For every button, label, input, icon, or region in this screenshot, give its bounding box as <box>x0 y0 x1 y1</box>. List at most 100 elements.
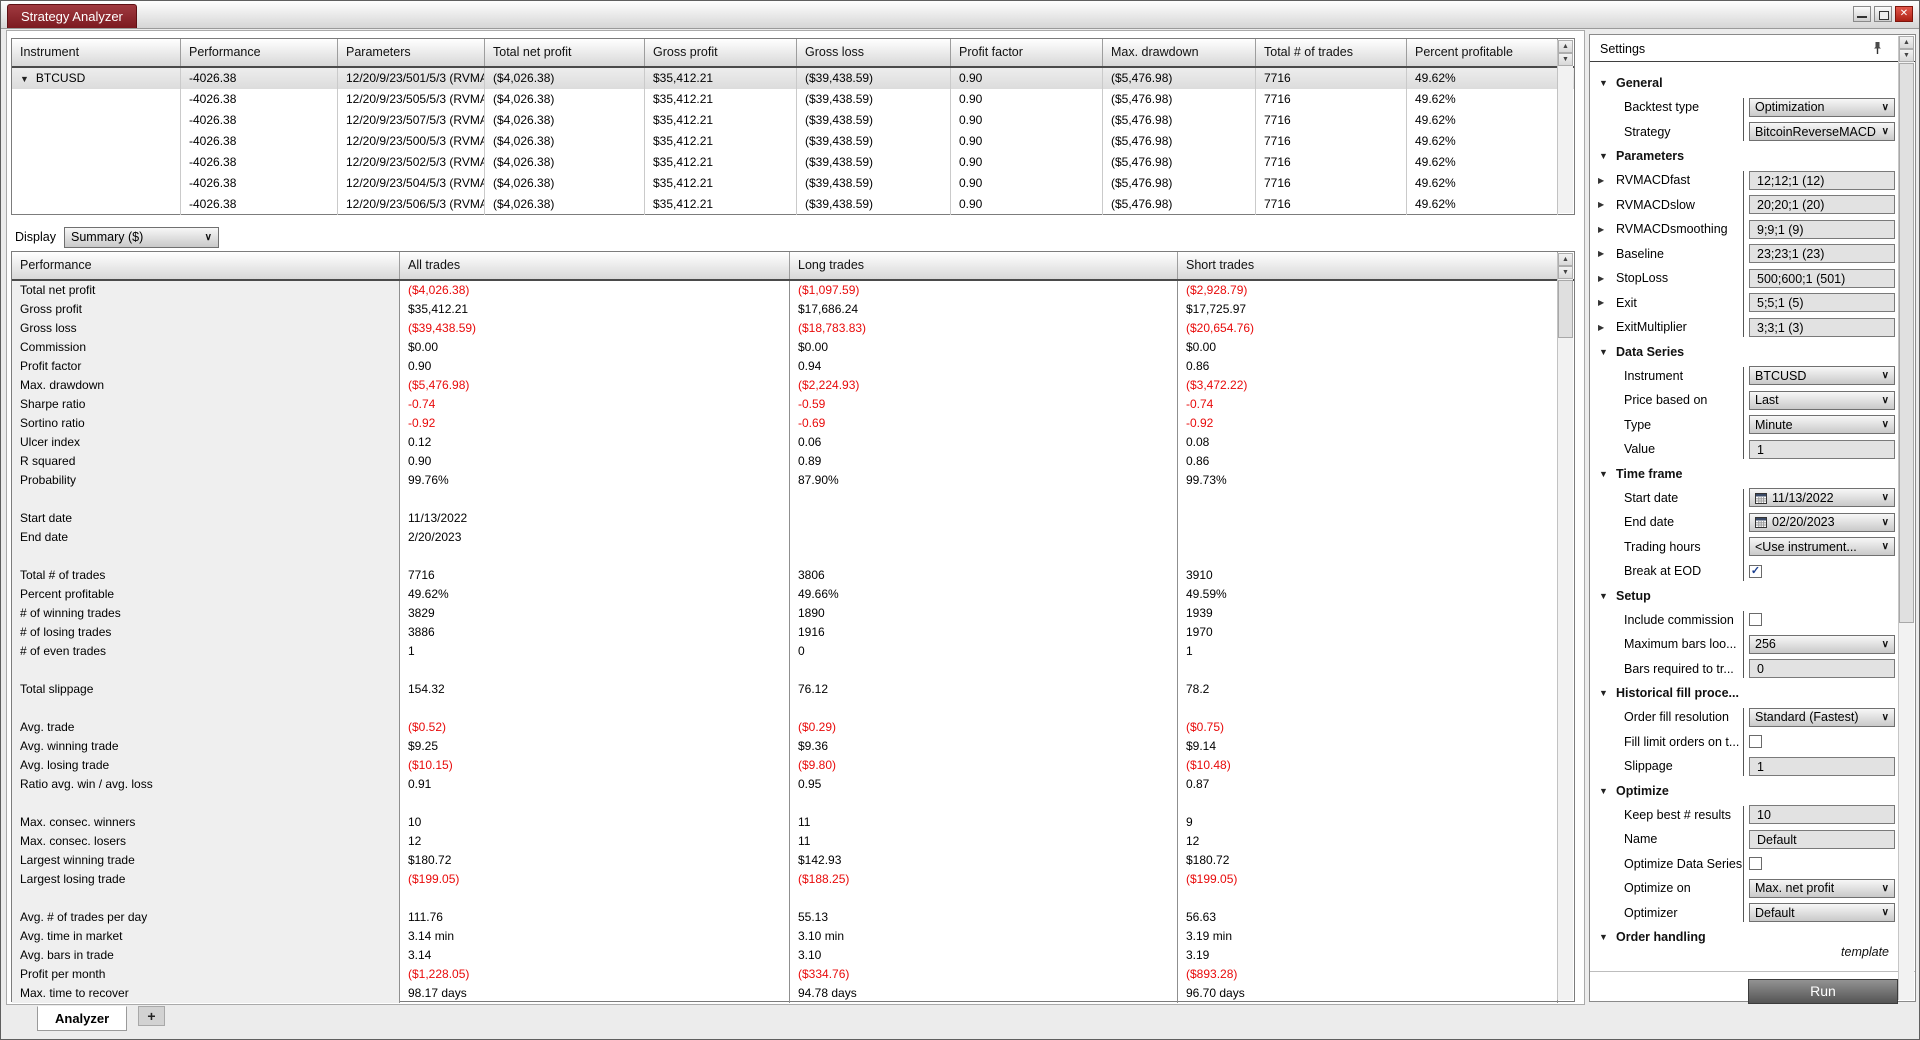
column-header[interactable]: Long trades <box>790 252 1178 279</box>
expand-icon[interactable]: ▶ <box>1598 200 1616 209</box>
row-label: # of even trades <box>12 642 400 661</box>
optimize-data-series-checkbox[interactable] <box>1749 857 1762 871</box>
scroll-up-icon[interactable]: ▲ <box>1558 40 1573 53</box>
collapse-icon[interactable]: ▼ <box>1599 591 1616 601</box>
results-row[interactable]: -4026.38 12/20/9/23/500/5/3 (RVMA ($4,026.… <box>12 131 1574 152</box>
cell: 49.62% <box>400 585 790 604</box>
results-row[interactable]: -4026.38 12/20/9/23/502/5/3 (RVMA ($4,026.… <box>12 152 1574 173</box>
section-header-time-frame[interactable]: ▼ Time frame <box>1590 462 1899 486</box>
restore-button[interactable] <box>1874 6 1892 22</box>
settings-scrollbar[interactable]: ▲ ▼ <box>1898 36 1914 1000</box>
results-row[interactable]: -4026.38 12/20/9/23/505/5/3 (RVMA ($4,026.… <box>12 89 1574 110</box>
section-header-data-series[interactable]: ▼ Data Series <box>1590 340 1899 364</box>
column-header[interactable]: Total net profit <box>485 39 645 66</box>
cell: 0.90 <box>951 68 1103 89</box>
scroll-down-icon[interactable]: ▼ <box>1899 49 1914 62</box>
results-row[interactable]: -4026.38 12/20/9/23/506/5/3 (RVMA ($4,026.… <box>12 194 1574 215</box>
price-based-on-select[interactable]: Last ∨ <box>1749 390 1895 410</box>
name-input[interactable]: Default <box>1749 829 1895 849</box>
section-header-optimize[interactable]: ▼ Optimize <box>1590 779 1899 803</box>
optimize-on-select[interactable]: Max. net profit ∨ <box>1749 878 1895 898</box>
section-header-parameters[interactable]: ▼ Parameters <box>1590 144 1899 168</box>
collapse-icon[interactable]: ▼ <box>1599 78 1616 88</box>
scroll-down-icon[interactable]: ▼ <box>1558 53 1573 66</box>
pin-icon[interactable] <box>1872 41 1883 58</box>
collapse-icon[interactable]: ▼ <box>1599 786 1616 796</box>
display-select[interactable]: Summary ($) ∨ <box>64 226 219 248</box>
collapse-icon[interactable]: ▼ <box>20 74 29 84</box>
column-header[interactable]: Parameters <box>338 39 485 66</box>
slippage-input[interactable]: 1 <box>1749 756 1895 776</box>
performance-scrollbar[interactable]: ▲ ▼ <box>1557 253 1573 1000</box>
collapse-icon[interactable]: ▼ <box>1599 151 1616 161</box>
backtest-type-select[interactable]: Optimization ∨ <box>1749 97 1895 117</box>
collapse-icon[interactable]: ▼ <box>1599 932 1616 942</box>
template-link[interactable]: template <box>1841 945 1889 959</box>
collapse-icon[interactable]: ▼ <box>1599 688 1616 698</box>
value-input[interactable]: 1 <box>1749 439 1895 459</box>
exitmultiplier-input[interactable]: 3;3;1 (3) <box>1749 317 1895 337</box>
expand-icon[interactable]: ▶ <box>1598 225 1616 234</box>
select-value: Default <box>1755 905 1795 920</box>
section-header-setup[interactable]: ▼ Setup <box>1590 584 1899 608</box>
column-header[interactable]: Max. drawdown <box>1103 39 1256 66</box>
results-scrollbar[interactable]: ▲ ▼ <box>1557 40 1573 213</box>
order-fill-resolution-select[interactable]: Standard (Fastest) ∨ <box>1749 707 1895 727</box>
window-tab-strategy-analyzer[interactable]: Strategy Analyzer <box>7 4 137 28</box>
expand-icon[interactable]: ▶ <box>1598 249 1616 258</box>
start-date-select[interactable]: 11/13/2022 ∨ <box>1749 488 1895 508</box>
strategy-select[interactable]: BitcoinReverseMACD ∨ <box>1749 122 1895 142</box>
column-header[interactable]: Gross loss <box>797 39 951 66</box>
column-header[interactable]: Total # of trades <box>1256 39 1407 66</box>
column-header[interactable]: Percent profitable <box>1407 39 1558 66</box>
column-header[interactable]: Performance <box>181 39 338 66</box>
scroll-thumb[interactable] <box>1899 63 1914 623</box>
scroll-down-icon[interactable]: ▼ <box>1558 266 1573 279</box>
expand-icon[interactable]: ▶ <box>1598 274 1616 283</box>
column-header[interactable]: Short trades <box>1178 252 1558 279</box>
close-button[interactable]: ✕ <box>1895 6 1913 22</box>
column-header[interactable]: Profit factor <box>951 39 1103 66</box>
exit-input[interactable]: 5;5;1 (5) <box>1749 293 1895 313</box>
rvmacdfast-input[interactable]: 12;12;1 (12) <box>1749 170 1895 190</box>
maximum-bars-loo-select[interactable]: 256 ∨ <box>1749 634 1895 654</box>
column-header[interactable]: Performance <box>12 252 400 279</box>
minimize-button[interactable] <box>1853 6 1871 22</box>
trading-hours-select[interactable]: <Use instrument... ∨ <box>1749 537 1895 557</box>
expand-icon[interactable]: ▶ <box>1598 176 1616 185</box>
section-header-historical-fill-proce[interactable]: ▼ Historical fill proce... <box>1590 681 1899 705</box>
results-row[interactable]: ▼ BTCUSD -4026.38 12/20/9/23/501/5/3 (RVMA(… <box>12 68 1574 89</box>
collapse-icon[interactable]: ▼ <box>1599 347 1616 357</box>
include-commission-checkbox[interactable] <box>1749 613 1762 627</box>
results-row[interactable]: -4026.38 12/20/9/23/504/5/3 (RVMA ($4,026.… <box>12 173 1574 194</box>
run-button[interactable]: Run <box>1748 979 1898 1004</box>
expand-icon[interactable]: ▶ <box>1598 323 1616 332</box>
cell: 49.66% <box>790 585 1178 604</box>
scroll-up-icon[interactable]: ▲ <box>1899 36 1914 49</box>
rvmacdslow-input[interactable]: 20;20;1 (20) <box>1749 195 1895 215</box>
column-header[interactable]: Gross profit <box>645 39 797 66</box>
collapse-icon[interactable]: ▼ <box>1599 469 1616 479</box>
bars-required-to-tr-input[interactable]: 0 <box>1749 659 1895 679</box>
add-tab-button[interactable]: + <box>138 1006 165 1026</box>
column-header[interactable]: Instrument <box>12 39 181 66</box>
optimizer-select[interactable]: Default ∨ <box>1749 903 1895 923</box>
section-header-general[interactable]: ▼ General <box>1590 71 1899 95</box>
scroll-thumb[interactable] <box>1558 280 1573 338</box>
rvmacdsmoothing-input[interactable]: 9;9;1 (9) <box>1749 219 1895 239</box>
instrument-select[interactable]: BTCUSD ∨ <box>1749 366 1895 386</box>
keep-best-results-input[interactable]: 10 <box>1749 805 1895 825</box>
baseline-input[interactable]: 23;23;1 (23) <box>1749 244 1895 264</box>
scroll-up-icon[interactable]: ▲ <box>1558 253 1573 266</box>
fill-limit-orders-on-t-checkbox[interactable] <box>1749 735 1762 749</box>
stoploss-input[interactable]: 500;600;1 (501) <box>1749 268 1895 288</box>
end-date-select[interactable]: 02/20/2023 ∨ <box>1749 512 1895 532</box>
expand-icon[interactable]: ▶ <box>1598 298 1616 307</box>
cell: -4026.38 <box>181 152 338 173</box>
tab-analyzer[interactable]: Analyzer <box>37 1006 128 1031</box>
type-select[interactable]: Minute ∨ <box>1749 415 1895 435</box>
results-row[interactable]: -4026.38 12/20/9/23/507/5/3 (RVMA ($4,026.… <box>12 110 1574 131</box>
cell: $9.14 <box>1178 737 1558 756</box>
break-at-eod-checkbox[interactable]: ✓ <box>1749 564 1762 578</box>
column-header[interactable]: All trades <box>400 252 790 279</box>
